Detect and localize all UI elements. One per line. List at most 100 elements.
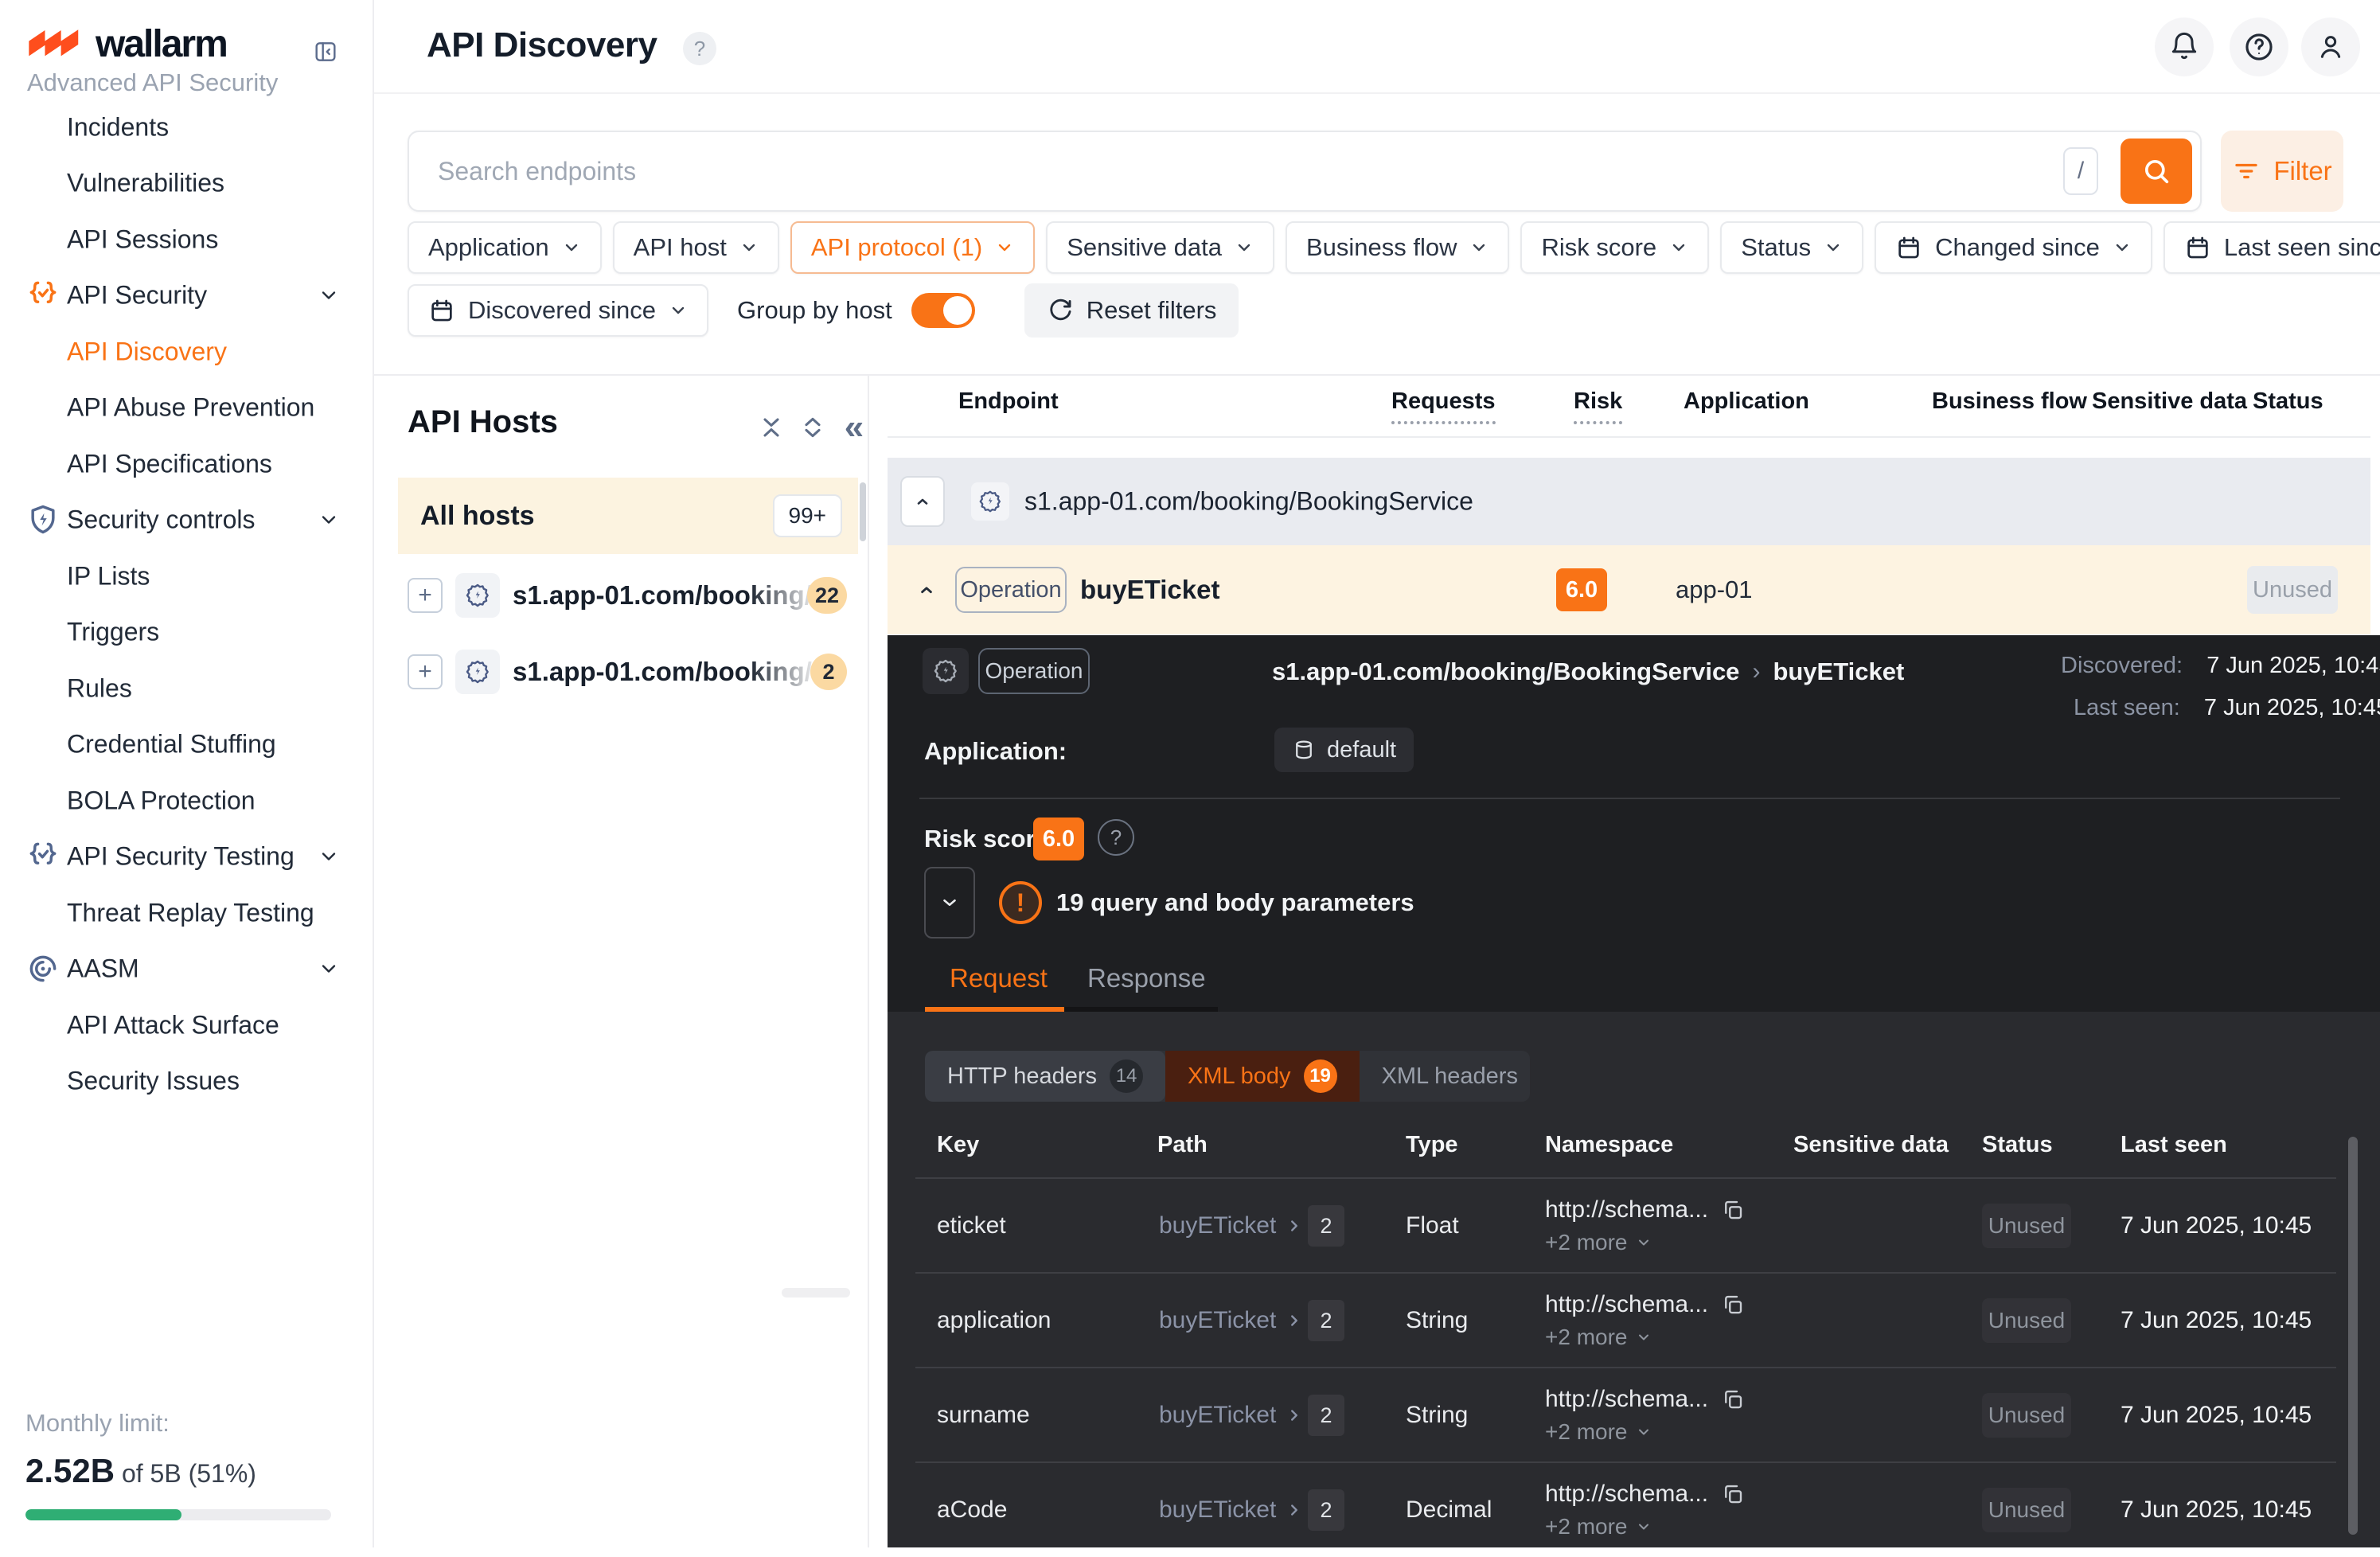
expand-plus-icon[interactable]: + [408, 578, 443, 613]
monthly-limit-value: 2.52B of 5B (51%) [25, 1452, 347, 1490]
sidebar-item-api-sessions[interactable]: API Sessions [0, 212, 373, 267]
service-gear-icon [455, 650, 500, 694]
chevron-down-icon [2113, 238, 2132, 257]
chevron-down-icon [739, 238, 759, 257]
last-seen-value: 7 Jun 2025, 10:45 [2121, 1307, 2312, 1334]
last-seen-value: 7 Jun 2025, 10:45 [2121, 1497, 2312, 1524]
param-row-eticket[interactable]: eticket buyETicket 2 Float http://schema… [888, 1179, 2380, 1273]
sidebar-item-api-abuse-prevention[interactable]: API Abuse Prevention [0, 380, 373, 435]
expand-all-icon[interactable] [799, 414, 826, 441]
reset-icon [1047, 297, 1074, 324]
namespace-more[interactable]: +2 more [1545, 1230, 1745, 1255]
namespace-more[interactable]: +2 more [1545, 1514, 1745, 1539]
sidebar-item-incidents[interactable]: Incidents [0, 100, 373, 155]
risk-help-icon[interactable]: ? [1098, 819, 1134, 856]
search-input[interactable] [438, 132, 2046, 210]
host-group-row[interactable]: s1.app-01.com/booking/BookingService [888, 458, 2370, 545]
sidebar-collapse-icon[interactable] [312, 40, 339, 64]
operation-row[interactable]: Operation buyETicket 6.0 app-01 Unused [888, 545, 2370, 634]
sidebar-item-api-security-testing[interactable]: API Security Testing [0, 829, 373, 884]
service-gear-icon [923, 648, 969, 694]
hosts-scrollbar[interactable] [860, 482, 866, 541]
toolbar: / Filter Application API host API protoc… [374, 96, 2380, 374]
param-path[interactable]: buyETicket [1159, 1402, 1303, 1429]
host-row-offerservice[interactable]: + s1.app-01.com/booking/Offe 2 [374, 634, 858, 710]
detail-scrollbar[interactable] [2348, 1137, 2358, 1535]
payload-subtabs: HTTP headers 14 XML body 19 XML headers [925, 1051, 1530, 1102]
param-path[interactable]: buyETicket [1159, 1307, 1303, 1334]
chevron-down-icon [1824, 238, 1843, 257]
host-row-bookingservice[interactable]: + s1.app-01.com/booking/Book 22 [374, 557, 858, 634]
tab-underline-track [1064, 1007, 1218, 1012]
brand-subtitle: Advanced API Security [27, 68, 278, 97]
namespace-cell: http://schema... +2 more [1545, 1481, 1745, 1539]
notifications-button[interactable] [2155, 18, 2214, 76]
params-expander-button[interactable] [924, 867, 975, 938]
page-title-help-icon[interactable]: ? [683, 32, 716, 65]
subtab-http-headers[interactable]: HTTP headers 14 [925, 1051, 1165, 1102]
all-hosts-row[interactable]: All hosts 99+ [398, 478, 858, 554]
namespace-more[interactable]: +2 more [1545, 1325, 1745, 1350]
filter-chip-application[interactable]: Application [408, 221, 602, 274]
sidebar-item-security-issues[interactable]: Security Issues [0, 1053, 373, 1109]
status-badge: Unused [1982, 1204, 2071, 1248]
sidebar-item-threat-replay-testing[interactable]: Threat Replay Testing [0, 885, 373, 941]
profile-button[interactable] [2301, 18, 2360, 76]
application-chip[interactable]: default [1274, 728, 1414, 772]
column-risk[interactable]: Risk [1574, 388, 1622, 424]
filter-chip-risk-score[interactable]: Risk score [1520, 221, 1709, 274]
filter-chip-status[interactable]: Status [1720, 221, 1863, 274]
filter-button[interactable]: Filter [2221, 131, 2343, 212]
collapse-panel-icon[interactable]: « [841, 414, 868, 441]
search-button[interactable] [2121, 139, 2192, 204]
chevron-down-icon [995, 238, 1014, 257]
sidebar-item-api-discovery[interactable]: API Discovery [0, 324, 373, 380]
filter-chip-last-seen-since[interactable]: Last seen since [2163, 221, 2380, 274]
sidebar-item-api-security[interactable]: API Security [0, 267, 373, 323]
tab-response[interactable]: Response [1087, 963, 1206, 993]
filter-chips-row-2: Discovered since Group by host Reset fil… [408, 283, 1239, 338]
subtab-xml-body[interactable]: XML body 19 [1165, 1051, 1360, 1102]
page-title: API Discovery [427, 25, 657, 65]
sidebar-item-triggers[interactable]: Triggers [0, 604, 373, 660]
filter-chip-changed-since[interactable]: Changed since [1875, 221, 2152, 274]
operation-name: buyETicket [1080, 575, 1219, 605]
filter-icon [2232, 157, 2261, 185]
param-row-surname[interactable]: surname buyETicket 2 String http://schem… [888, 1368, 2380, 1462]
filter-chip-api-host[interactable]: API host [613, 221, 779, 274]
sidebar-item-rules[interactable]: Rules [0, 661, 373, 716]
reset-filters-button[interactable]: Reset filters [1024, 283, 1239, 338]
chevron-down-icon [317, 957, 341, 981]
column-business-flow: Business flow [1932, 388, 2087, 415]
namespace-more[interactable]: +2 more [1545, 1419, 1745, 1445]
sidebar-item-aasm[interactable]: AASM [0, 941, 373, 997]
tab-request[interactable]: Request [950, 963, 1048, 993]
sidebar-item-api-attack-surface[interactable]: API Attack Surface [0, 997, 373, 1053]
param-row-application[interactable]: application buyETicket 2 String http://s… [888, 1274, 2380, 1368]
sidebar-item-credential-stuffing[interactable]: Credential Stuffing [0, 716, 373, 772]
sidebar-item-vulnerabilities[interactable]: Vulnerabilities [0, 155, 373, 211]
filter-chip-sensitive-data[interactable]: Sensitive data [1046, 221, 1274, 274]
sidebar-item-security-controls[interactable]: Security controls [0, 492, 373, 548]
status-badge: Unused [1982, 1488, 2071, 1532]
sidebar-item-bola-protection[interactable]: BOLA Protection [0, 773, 373, 829]
param-row-acode[interactable]: aCode buyETicket 2 Decimal http://schema… [888, 1463, 2380, 1557]
expand-plus-icon[interactable]: + [408, 654, 443, 689]
param-path[interactable]: buyETicket [1159, 1212, 1303, 1239]
service-gear-icon [455, 573, 500, 618]
subtab-xml-headers[interactable]: XML headers [1360, 1051, 1530, 1102]
filter-chip-discovered-since[interactable]: Discovered since [408, 284, 708, 337]
filter-chip-api-protocol[interactable]: API protocol (1) [790, 221, 1035, 274]
group-by-host-toggle[interactable] [911, 293, 975, 328]
param-path[interactable]: buyETicket [1159, 1497, 1303, 1524]
filter-chip-business-flow[interactable]: Business flow [1286, 221, 1510, 274]
collapse-all-icon[interactable] [758, 414, 785, 441]
sidebar-item-api-specifications[interactable]: API Specifications [0, 436, 373, 492]
collapse-group-button[interactable] [900, 476, 945, 527]
column-requests[interactable]: Requests [1391, 388, 1496, 424]
xml-body-count: 19 [1304, 1059, 1337, 1093]
sidebar-item-ip-lists[interactable]: IP Lists [0, 548, 373, 604]
help-button[interactable] [2230, 18, 2288, 76]
hosts-horizontal-scrollbar[interactable] [782, 1288, 850, 1298]
collapse-operation-icon [916, 579, 937, 600]
